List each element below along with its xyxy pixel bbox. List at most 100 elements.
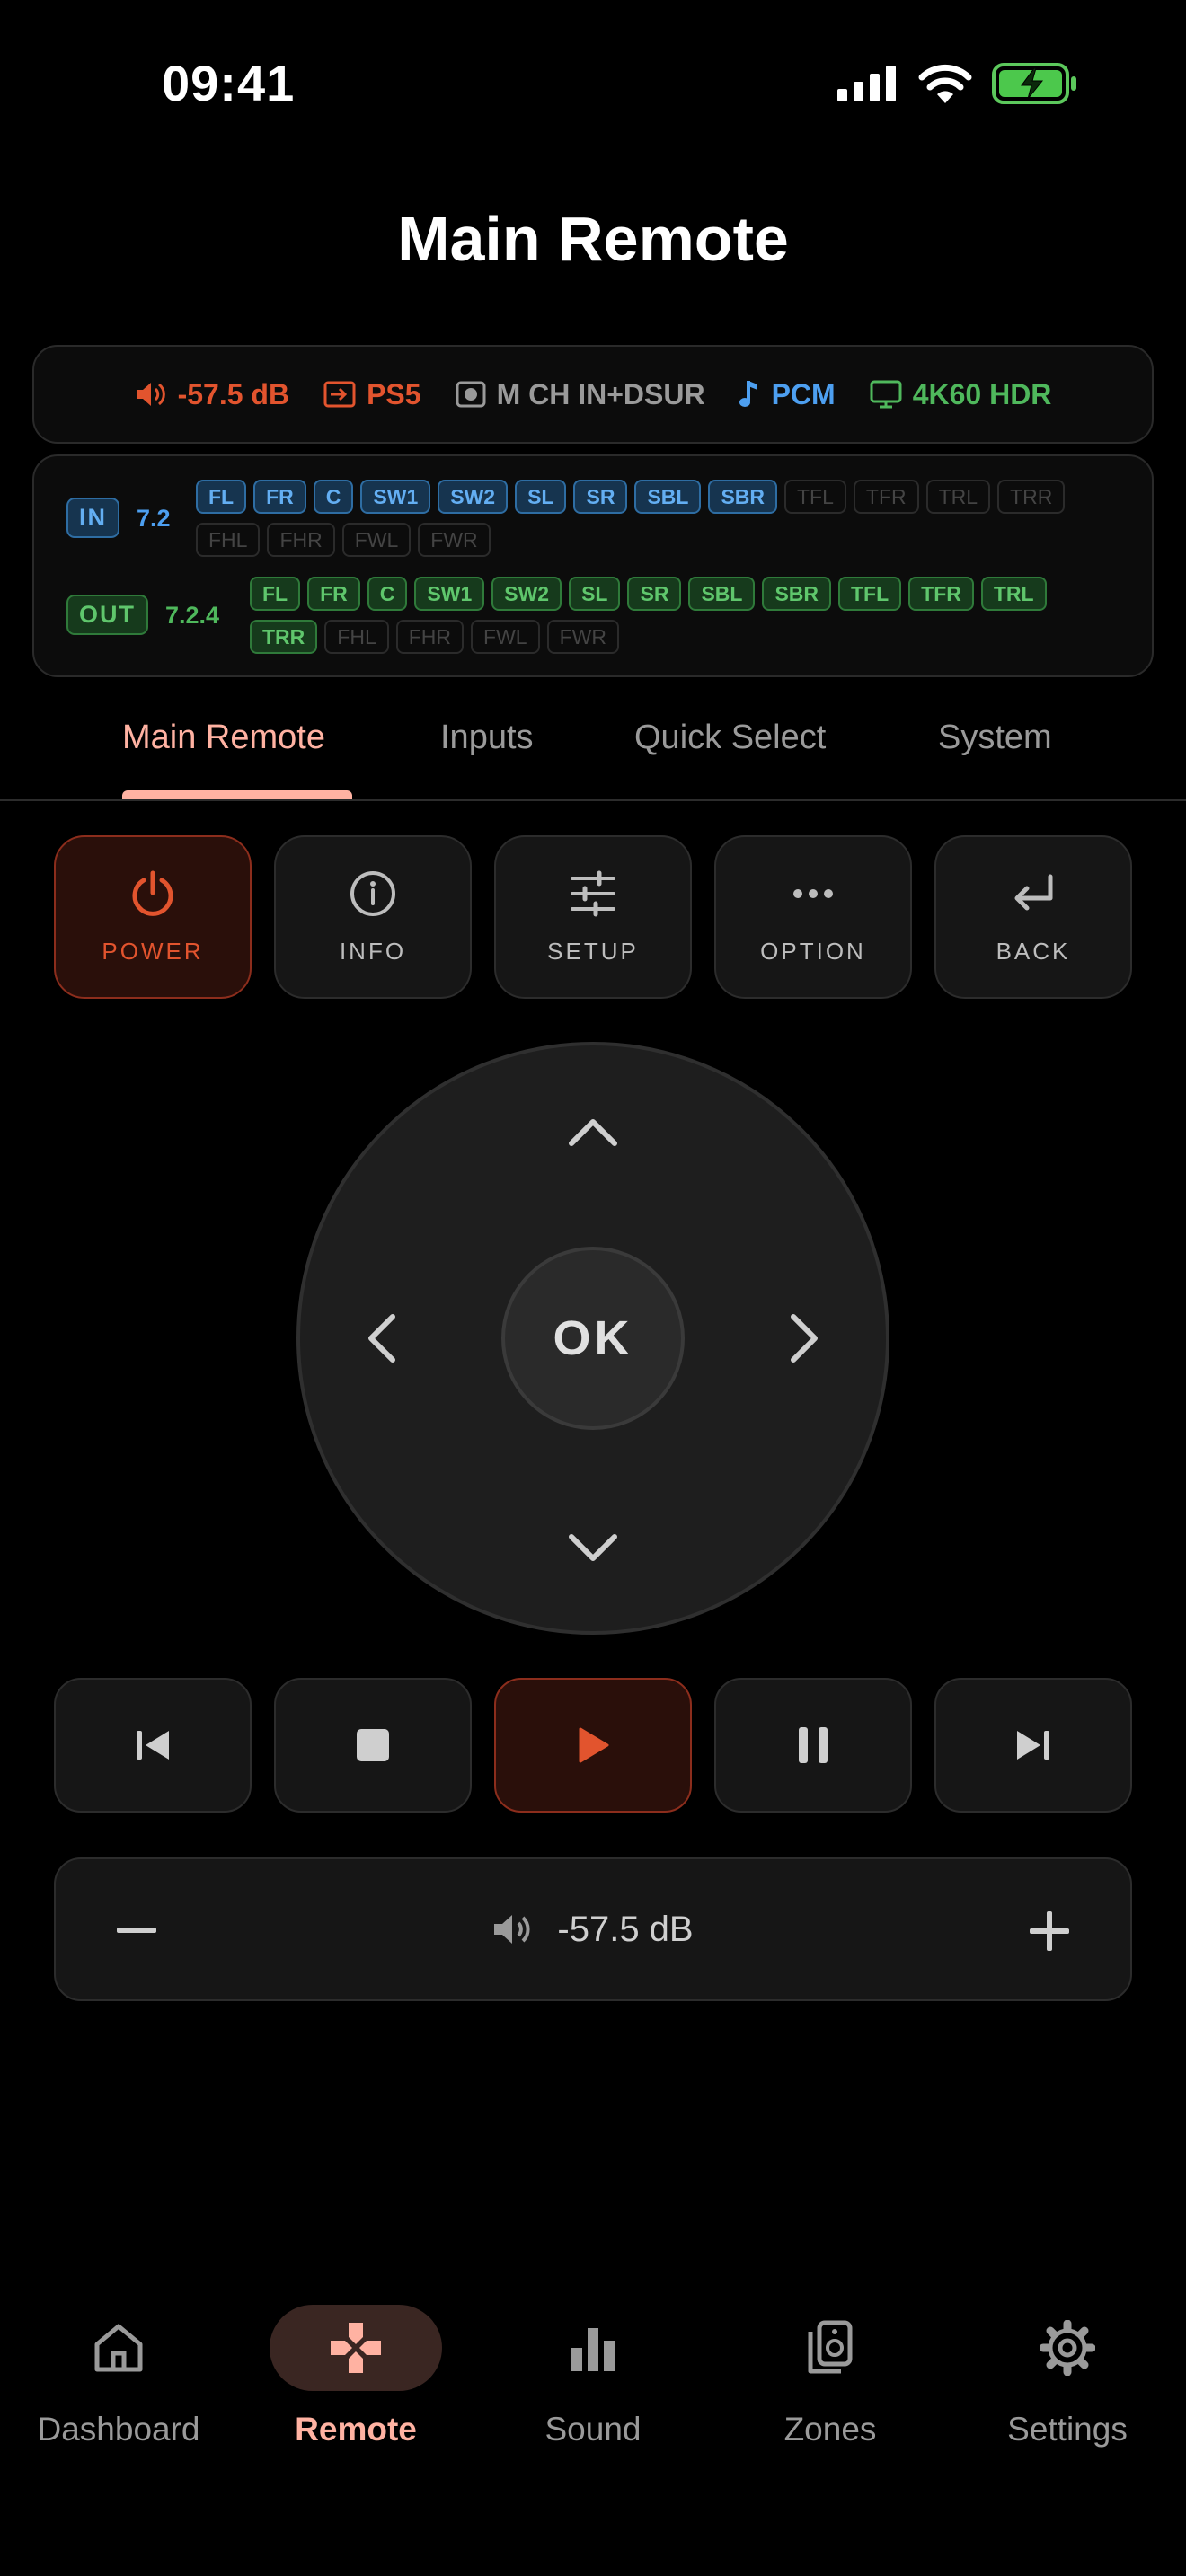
speaker-volume-icon xyxy=(136,383,165,406)
next-track-button[interactable] xyxy=(934,1678,1132,1813)
dpad-left-button[interactable] xyxy=(340,1297,422,1380)
dpad-up-button[interactable] xyxy=(552,1090,634,1173)
output-channel-chip-fwl: FWL xyxy=(471,620,540,654)
ok-button[interactable]: OK xyxy=(501,1247,685,1430)
audio-format-status-text: PCM xyxy=(771,377,836,410)
input-channel-chip-fwl: FWL xyxy=(341,523,412,557)
input-channel-chip-fhl: FHL xyxy=(196,523,261,557)
previous-icon xyxy=(137,1731,169,1760)
info-icon xyxy=(350,870,395,916)
nav-zones-icon-wrap xyxy=(744,2305,916,2391)
setup-button[interactable]: SETUP xyxy=(494,835,692,999)
input-channel-chip-c: C xyxy=(313,480,354,514)
input-channel-chip-sw2: SW2 xyxy=(438,480,509,514)
pause-icon xyxy=(799,1727,828,1763)
monitor-icon xyxy=(870,380,902,409)
nav-remote[interactable]: Remote xyxy=(237,2305,474,2448)
audio-format-status: PCM xyxy=(739,378,836,411)
dpad-right-button[interactable] xyxy=(764,1297,846,1380)
chevron-down-icon xyxy=(569,1534,617,1561)
input-channel-chip-sbr: SBR xyxy=(708,480,777,514)
nav-settings[interactable]: Settings xyxy=(949,2305,1186,2448)
stop-button[interactable] xyxy=(274,1678,472,1813)
input-channel-chip-tfl: TFL xyxy=(784,480,846,514)
play-button[interactable] xyxy=(494,1678,692,1813)
volume-up-button[interactable] xyxy=(1022,1904,1076,1958)
bar-chart-icon xyxy=(571,2328,615,2371)
source-status: PS5 xyxy=(323,377,421,411)
tab-inputs[interactable]: Inputs xyxy=(440,719,534,757)
output-channel-chip-fwr: FWR xyxy=(546,620,619,654)
chevron-right-icon xyxy=(791,1314,818,1363)
info-button-label: INFO xyxy=(339,937,407,965)
info-button[interactable]: INFO xyxy=(274,835,472,999)
tab-main-remote[interactable]: Main Remote xyxy=(122,719,325,757)
input-channel-chip-tfr: TFR xyxy=(853,480,919,514)
output-channel-chip-fhl: FHL xyxy=(324,620,389,654)
pause-button[interactable] xyxy=(714,1678,912,1813)
power-button-label: POWER xyxy=(102,937,204,965)
back-button[interactable]: BACK xyxy=(934,835,1132,999)
more-horizontal-icon xyxy=(793,888,833,898)
channel-map-card: IN 7.2 FL FR C SW1 SW2 SL SR SBL SBR TFL TFR TRL TRR… xyxy=(32,454,1154,677)
volume-status: -57.5 dB xyxy=(135,378,289,411)
output-channel-chip-tfl: TFL xyxy=(838,577,902,611)
output-channel-chip-sl: SL xyxy=(569,577,621,611)
input-channel-chip-sbl: SBL xyxy=(634,480,702,514)
speaker-icon xyxy=(808,2320,853,2374)
input-channel-chips: FL FR C SW1 SW2 SL SR SBL SBR TFL TFR TRL TRR xyxy=(196,480,1130,514)
volume-control: -57.5 dB xyxy=(54,1857,1132,2001)
input-channel-chip-fl: FL xyxy=(196,480,247,514)
status-time: 09:41 xyxy=(162,55,296,111)
dpad-down-button[interactable] xyxy=(552,1507,634,1590)
battery-charging-icon xyxy=(992,63,1076,104)
output-channel-chip-trr: TRR xyxy=(250,620,318,654)
nav-sound[interactable]: Sound xyxy=(474,2305,712,2448)
nav-zones[interactable]: Zones xyxy=(712,2305,949,2448)
input-channel-chip-sr: SR xyxy=(573,480,628,514)
sound-mode-status: M CH IN+DSUR xyxy=(456,378,705,411)
input-channel-chip-fr: FR xyxy=(253,480,306,514)
source-status-text: PS5 xyxy=(367,377,421,410)
sliders-icon xyxy=(571,870,615,916)
output-channel-chip-tfr: TFR xyxy=(908,577,974,611)
video-format-status: 4K60 HDR xyxy=(870,377,1052,411)
nav-settings-icon-wrap xyxy=(981,2305,1154,2391)
output-channel-chip-sbl: SBL xyxy=(688,577,756,611)
tab-quick-select[interactable]: Quick Select xyxy=(634,719,826,757)
nav-dashboard[interactable]: Dashboard xyxy=(0,2305,237,2448)
output-channel-config: 7.2.4 xyxy=(165,602,220,629)
chevron-up-icon xyxy=(569,1119,617,1146)
previous-track-button[interactable] xyxy=(54,1678,252,1813)
output-channel-chip-fl: FL xyxy=(250,577,301,611)
output-channel-chip-fr: FR xyxy=(307,577,360,611)
input-channel-chip-sl: SL xyxy=(515,480,567,514)
input-channel-chip-trr: TRR xyxy=(997,480,1066,514)
power-icon xyxy=(132,870,173,916)
output-channel-chip-fhr: FHR xyxy=(395,620,465,654)
plus-icon xyxy=(1030,1911,1069,1951)
output-channel-label: OUT xyxy=(66,595,148,635)
power-button[interactable]: POWER xyxy=(54,835,252,999)
nav-dashboard-icon-wrap xyxy=(32,2305,205,2391)
output-channel-chip-c: C xyxy=(367,577,408,611)
speaker-volume-icon xyxy=(494,1915,530,1944)
input-channel-chip-fwr: FWR xyxy=(418,523,491,557)
output-channel-chip-trl: TRL xyxy=(980,577,1047,611)
video-format-status-text: 4K60 HDR xyxy=(912,377,1052,410)
nav-sound-label: Sound xyxy=(544,2411,642,2448)
now-playing-card: -57.5 dB PS5 M CH IN+DSUR PCM 4K60 HDR xyxy=(32,345,1154,444)
input-channel-chips-line2: FHL FHR FWL FWR xyxy=(196,523,1130,557)
option-button[interactable]: OPTION xyxy=(714,835,912,999)
tab-system[interactable]: System xyxy=(938,719,1052,757)
output-channel-chip-sbr: SBR xyxy=(762,577,831,611)
input-channel-label: IN xyxy=(66,498,119,538)
volume-readout: -57.5 dB xyxy=(56,1859,1130,1999)
volume-down-button[interactable] xyxy=(110,1904,164,1958)
next-icon xyxy=(1017,1731,1049,1760)
volume-value: -57.5 dB xyxy=(557,1909,694,1949)
input-channel-chip-fhr: FHR xyxy=(267,523,335,557)
nav-zones-label: Zones xyxy=(783,2411,877,2448)
input-channel-config: 7.2 xyxy=(137,505,171,532)
home-icon xyxy=(94,2324,143,2372)
